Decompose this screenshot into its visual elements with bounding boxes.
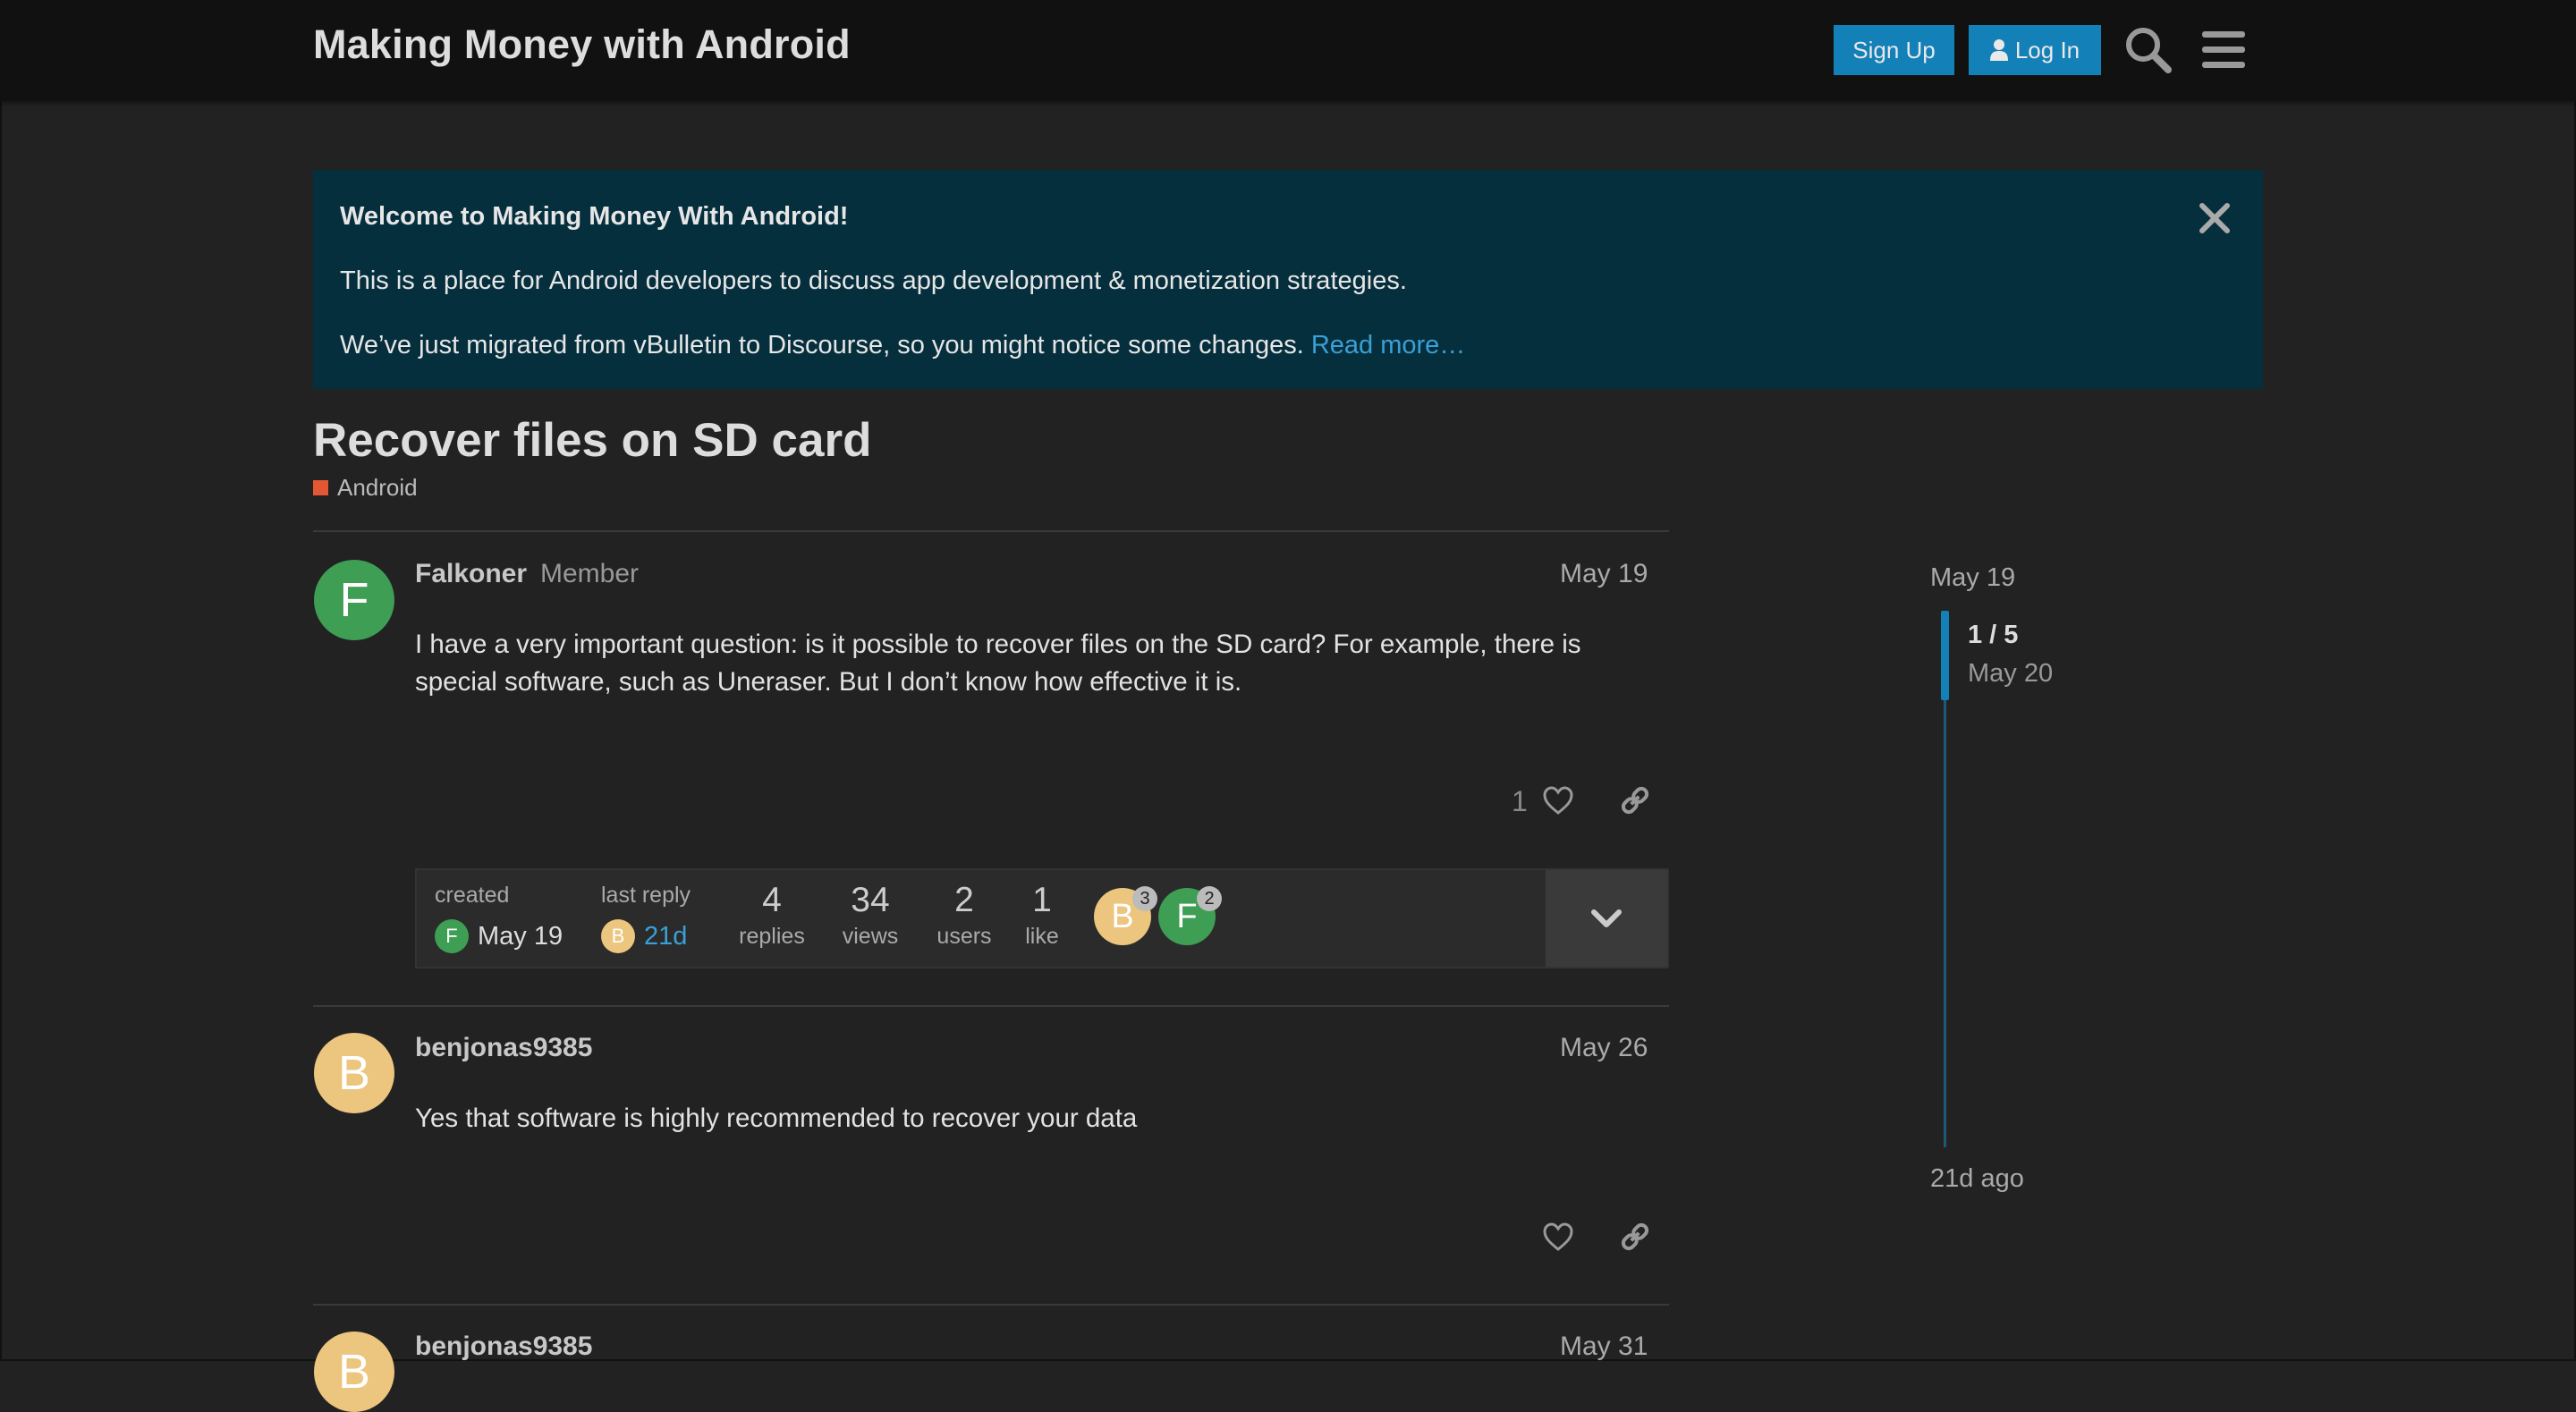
post-username[interactable]: benjonas9385 [415, 1332, 592, 1362]
divider [313, 1005, 1669, 1007]
last-reply-avatar[interactable]: B [601, 919, 635, 953]
last-reply-date[interactable]: 21d [644, 922, 687, 951]
users-label: users [936, 924, 992, 949]
avatar-letter: F [445, 925, 458, 947]
users-count: 2 [954, 881, 974, 919]
created-avatar[interactable]: F [435, 919, 469, 953]
avatar-letter: B [1111, 897, 1134, 935]
last-reply-label: last reply [601, 883, 691, 908]
views-label: views [842, 924, 899, 949]
sign-up-button[interactable]: Sign Up [1834, 25, 1954, 75]
heart-icon[interactable] [1538, 1217, 1578, 1256]
banner-text: This is a place for Android developers t… [340, 266, 1407, 295]
topic-title[interactable]: Recover files on SD card [313, 413, 871, 468]
avatar-letter: B [611, 925, 625, 947]
avatar-letter: B [337, 1046, 371, 1100]
category-badge[interactable]: Android [313, 474, 418, 502]
created-date[interactable]: May 19 [478, 922, 563, 951]
read-more-link[interactable]: Read more… [1311, 331, 1465, 359]
heart-icon[interactable] [1538, 781, 1578, 820]
log-in-button[interactable]: Log In [1969, 25, 2101, 75]
category-color-swatch [313, 480, 328, 495]
link-icon[interactable] [1615, 1217, 1655, 1256]
post-username[interactable]: Falkoner [415, 559, 527, 589]
category-name: Android [337, 474, 418, 501]
hamburger-menu-icon[interactable] [2195, 21, 2252, 79]
likes-count: 1 [1032, 881, 1052, 919]
views-count: 34 [851, 881, 890, 919]
avatar[interactable]: B [314, 1033, 394, 1113]
chevron-down-icon [1591, 909, 1622, 927]
replies-count: 4 [762, 881, 782, 919]
site-title[interactable]: Making Money with Android [313, 21, 851, 68]
post-user-title: Member [540, 559, 640, 588]
created-label: created [435, 883, 510, 908]
post-date[interactable]: May 19 [1560, 559, 1648, 589]
avatar-letter: B [337, 1345, 371, 1399]
search-icon[interactable] [2120, 21, 2177, 79]
banner-text-migration: We’ve just migrated from vBulletin to Di… [340, 331, 1465, 360]
avatar-letter: F [1176, 897, 1198, 935]
timeline-position: 1 / 5 [1968, 621, 2019, 649]
avatar[interactable]: F [314, 560, 394, 640]
timeline-handle[interactable] [1941, 611, 1949, 700]
divider [313, 530, 1669, 532]
participant-post-count: 2 [1197, 886, 1222, 911]
like-count[interactable]: 1 [1512, 785, 1528, 818]
timeline-end-date[interactable]: 21d ago [1930, 1164, 2024, 1194]
timeline-position-date: May 20 [1968, 659, 2054, 688]
post-body: Yes that software is highly recommended … [415, 1103, 1138, 1133]
expand-topic-map-button[interactable] [1546, 870, 1667, 967]
log-in-label: Log In [2014, 36, 2080, 63]
welcome-banner: Welcome to Making Money With Android! Th… [313, 170, 2263, 389]
post-date[interactable]: May 31 [1560, 1332, 1648, 1362]
likes-label: like [1025, 924, 1059, 949]
timeline-start-date[interactable]: May 19 [1930, 563, 2015, 593]
user-icon [1989, 39, 2008, 61]
replies-label: replies [739, 924, 805, 949]
topic-map: created F May 19 last reply B 21d 4 repl… [415, 868, 1669, 968]
post-username[interactable]: benjonas9385 [415, 1033, 592, 1063]
close-icon[interactable] [2197, 200, 2233, 236]
banner-title: Welcome to Making Money With Android! [340, 202, 849, 231]
site-header: Making Money with Android Sign Up Log In [0, 0, 2576, 101]
banner-migration-text: We’ve just migrated from vBulletin to Di… [340, 331, 1304, 359]
participant-post-count: 3 [1132, 886, 1157, 911]
avatar-letter: F [339, 573, 369, 627]
avatar[interactable]: B [314, 1332, 394, 1412]
link-icon[interactable] [1615, 781, 1655, 820]
post-body: I have a very important question: is it … [415, 630, 1581, 697]
divider [313, 1304, 1669, 1306]
post-date[interactable]: May 26 [1560, 1033, 1648, 1063]
